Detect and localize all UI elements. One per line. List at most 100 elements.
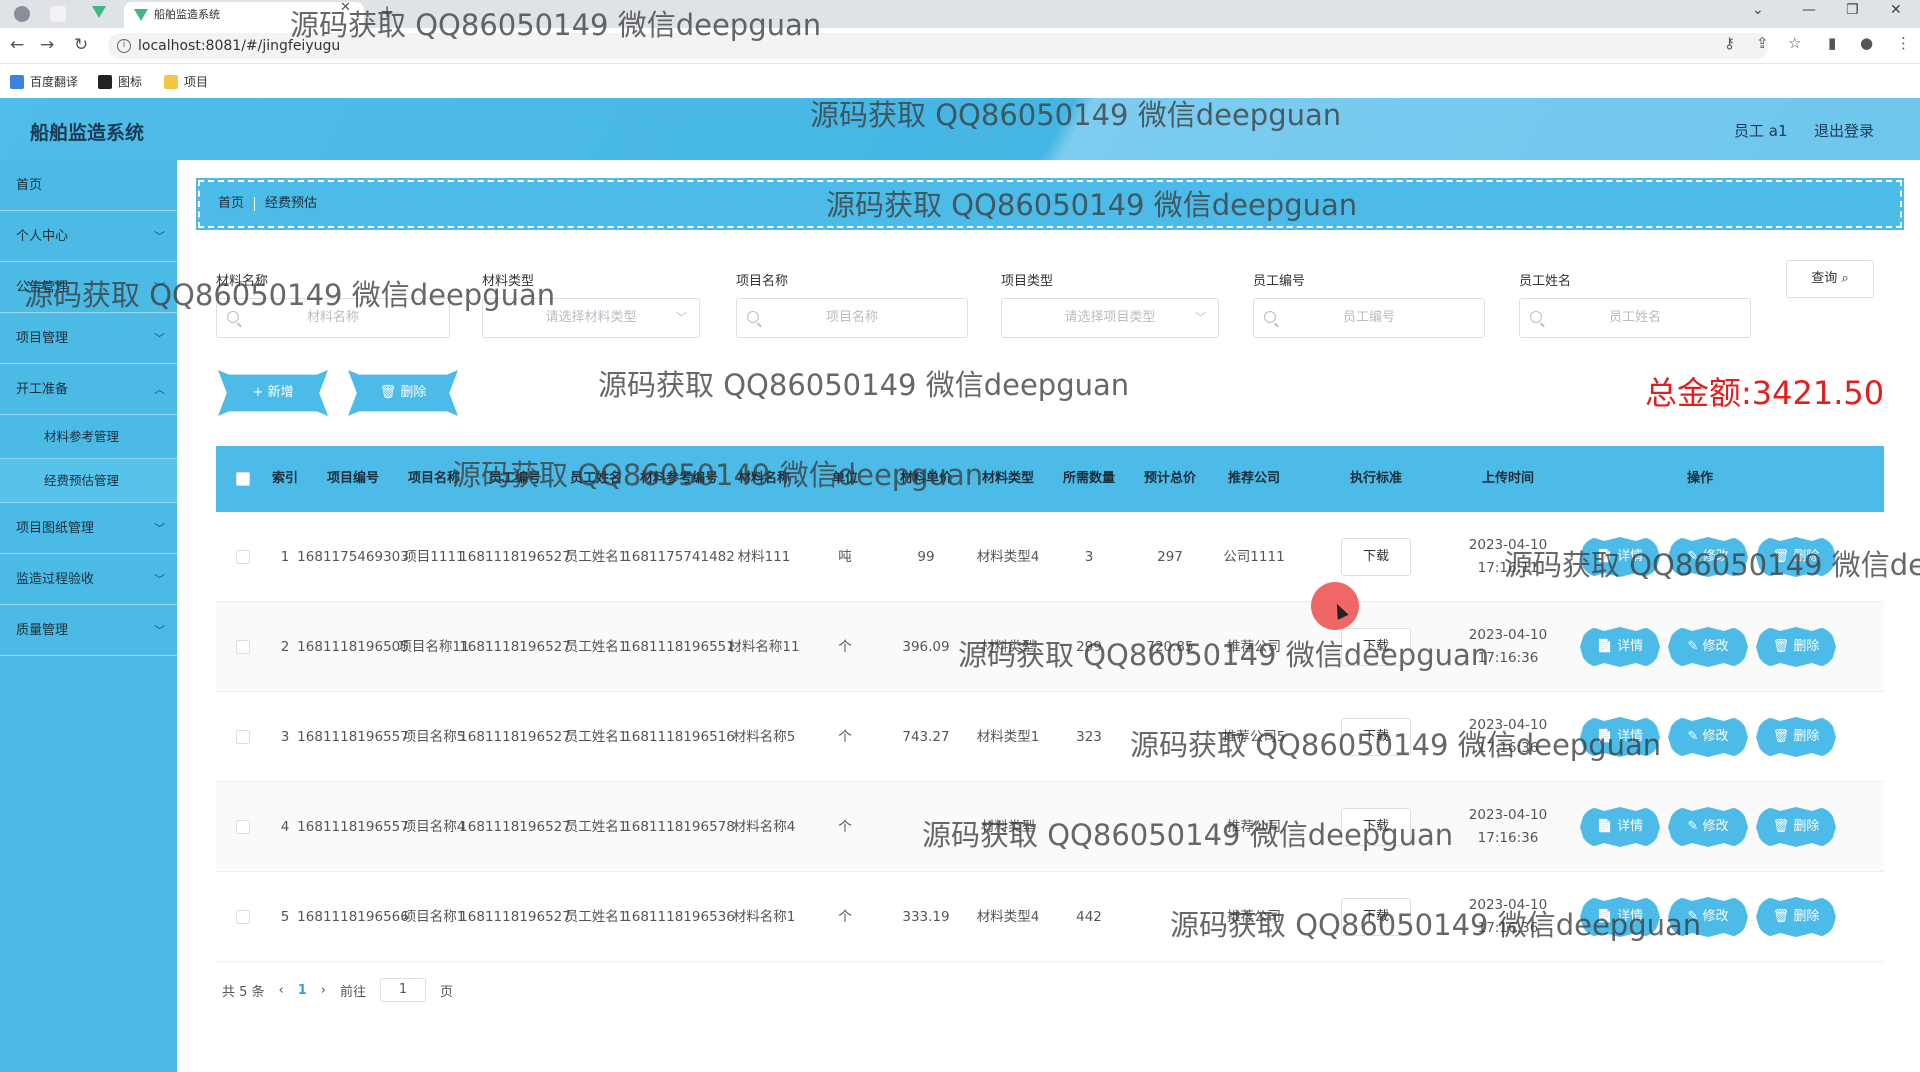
current-user: 员工 a1	[1734, 122, 1788, 140]
bookmark-project[interactable]: 项目	[164, 73, 208, 90]
sidebar-sub-material-ref[interactable]: 材料参考管理	[0, 415, 177, 459]
total-amount: 总金额:3421.50	[1645, 374, 1885, 412]
sidebar-item-home[interactable]: 首页	[0, 160, 177, 211]
more-menu-icon[interactable]: ⋮	[1896, 34, 1911, 52]
restore-icon[interactable]: ❐	[1846, 2, 1859, 18]
sidebar-item-acceptance[interactable]: 监造过程验收 ﹀	[0, 554, 177, 605]
sidebar-sub-cost-estimate[interactable]: 经费预估管理	[0, 459, 177, 503]
pager-current[interactable]: 1	[298, 983, 307, 998]
delete-button[interactable]: 🗑 删除	[1756, 627, 1836, 667]
vue-tab-icon[interactable]	[92, 6, 106, 18]
query-button[interactable]: 查询 ⌕	[1786, 260, 1874, 298]
pager-goto-label: 前往	[340, 984, 367, 1000]
sidebar-item-personal[interactable]: 个人中心 ﹀	[0, 211, 177, 262]
chevron-down-icon: ﹀	[154, 332, 165, 345]
reload-icon[interactable]: ↻	[74, 35, 88, 55]
edit-button[interactable]: ✎ 修改	[1668, 807, 1748, 847]
site-info-icon[interactable]: i	[117, 39, 131, 53]
delete-button[interactable]: 🗑 删除	[1756, 807, 1836, 847]
edit-button[interactable]: ✎ 修改	[1668, 717, 1748, 757]
url-input[interactable]: i localhost:8081/#/jingfeiyugu	[108, 33, 1768, 59]
forward-icon[interactable]: →	[40, 35, 54, 55]
download-button[interactable]: 下载	[1341, 718, 1411, 756]
edit-button[interactable]: ✎ 修改	[1668, 897, 1748, 937]
staff-no-input[interactable]: 员工编号	[1253, 298, 1485, 338]
pager-suffix: 页	[440, 984, 454, 1000]
back-icon[interactable]: ←	[10, 35, 24, 55]
sidebar-item-project[interactable]: 项目管理 ﹀	[0, 313, 177, 364]
tab-icon[interactable]	[50, 6, 66, 22]
logout-link[interactable]: 退出登录	[1814, 120, 1874, 141]
th-index: 索引	[271, 470, 298, 486]
share-icon[interactable]: ⇪	[1756, 34, 1769, 52]
browser-menu-icon[interactable]	[14, 6, 30, 22]
batch-delete-button[interactable]: 🗑 删除	[348, 370, 458, 416]
delete-button[interactable]: 🗑 删除	[1756, 717, 1836, 757]
select-placeholder: 请选择项目类型	[1064, 310, 1156, 325]
bookmark-icons[interactable]: 图标	[98, 73, 142, 90]
row-checkbox[interactable]	[236, 730, 250, 744]
sidebar-item-label: 项目图纸管理	[16, 521, 95, 536]
sidebar-item-quality[interactable]: 质量管理 ﹀	[0, 605, 177, 656]
chevron-down-icon: ﹀	[154, 573, 165, 586]
cell-upload-time: 2023-04-10 17:16:36	[1468, 717, 1548, 756]
edit-button[interactable]: ✎ 修改	[1668, 627, 1748, 667]
cell-upload-time: 2023-04-10 17:16:11	[1468, 537, 1548, 576]
th-total: 预计总价	[1143, 470, 1196, 486]
row-checkbox[interactable]	[236, 550, 250, 564]
row-checkbox[interactable]	[236, 910, 250, 924]
sidebar-item-label: 公告管理	[16, 280, 69, 295]
close-window-icon[interactable]: ✕	[1890, 2, 1902, 18]
bookmark-translate[interactable]: 百度翻译	[10, 73, 78, 90]
download-button[interactable]: 下载	[1341, 628, 1411, 666]
search-icon	[227, 311, 239, 323]
sidepanel-icon[interactable]: ▮	[1828, 34, 1836, 52]
trash-icon: 🗑	[1772, 909, 1794, 924]
tab-active[interactable]: 船舶监造系统	[124, 2, 364, 28]
add-button[interactable]: + 新增	[218, 370, 328, 416]
detail-button[interactable]: 📄 详情	[1580, 807, 1660, 847]
row-checkbox[interactable]	[236, 820, 250, 834]
material-type-select[interactable]: 请选择材料类型 ﹀	[482, 298, 700, 338]
minimize-icon[interactable]: —	[1802, 2, 1816, 18]
filter-label: 项目名称	[736, 274, 789, 289]
cell-price: 396.09	[902, 638, 950, 655]
material-name-input[interactable]: 材料名称	[216, 298, 450, 338]
row-checkbox[interactable]	[236, 640, 250, 654]
next-page-icon[interactable]: ›	[321, 983, 326, 998]
download-button[interactable]: 下载	[1341, 898, 1411, 936]
op-label: 修改	[1702, 729, 1729, 744]
profile-icon[interactable]: ●	[1860, 34, 1873, 52]
prev-page-icon[interactable]: ‹	[279, 983, 284, 998]
search-icon	[747, 311, 759, 323]
cell-unit: 吨	[838, 548, 852, 565]
detail-button[interactable]: 📄 详情	[1580, 627, 1660, 667]
edit-button[interactable]: ✎ 修改	[1668, 537, 1748, 577]
delete-label: 删除	[400, 385, 427, 400]
chevron-down-icon[interactable]: ⌄	[1752, 2, 1764, 18]
new-tab-icon[interactable]: +	[380, 2, 394, 22]
tab-close-icon[interactable]: ✕	[340, 0, 351, 15]
project-name-input[interactable]: 项目名称	[736, 298, 968, 338]
select-all-checkbox[interactable]	[236, 472, 250, 486]
detail-button[interactable]: 📄 详情	[1580, 537, 1660, 577]
download-button[interactable]: 下载	[1341, 538, 1411, 576]
project-type-select[interactable]: 请选择项目类型 ﹀	[1001, 298, 1219, 338]
staff-name-input[interactable]: 员工姓名	[1519, 298, 1751, 338]
download-button[interactable]: 下载	[1341, 808, 1411, 846]
detail-button[interactable]: 📄 详情	[1580, 897, 1660, 937]
cell-ref-no: 1681118196551	[623, 638, 735, 655]
breadcrumb-home[interactable]: 首页	[218, 196, 244, 211]
sidebar-item-drawings[interactable]: 项目图纸管理 ﹀	[0, 503, 177, 554]
sidebar-item-label: 经费预估管理	[44, 473, 120, 488]
delete-button[interactable]: 🗑 删除	[1756, 897, 1836, 937]
sidebar-item-prep[interactable]: 开工准备 ︿	[0, 364, 177, 415]
cell-qty: 299	[1076, 638, 1102, 655]
sidebar-item-notice[interactable]: 公告管理 ﹀	[0, 262, 177, 313]
detail-button[interactable]: 📄 详情	[1580, 717, 1660, 757]
key-icon[interactable]: ⚷	[1724, 34, 1735, 52]
bookmark-star-icon[interactable]: ☆	[1788, 34, 1801, 52]
pager-jump-input[interactable]: 1	[380, 978, 427, 1002]
trash-icon: 🗑	[1772, 819, 1794, 834]
delete-button[interactable]: 🗑 删除	[1756, 537, 1836, 577]
